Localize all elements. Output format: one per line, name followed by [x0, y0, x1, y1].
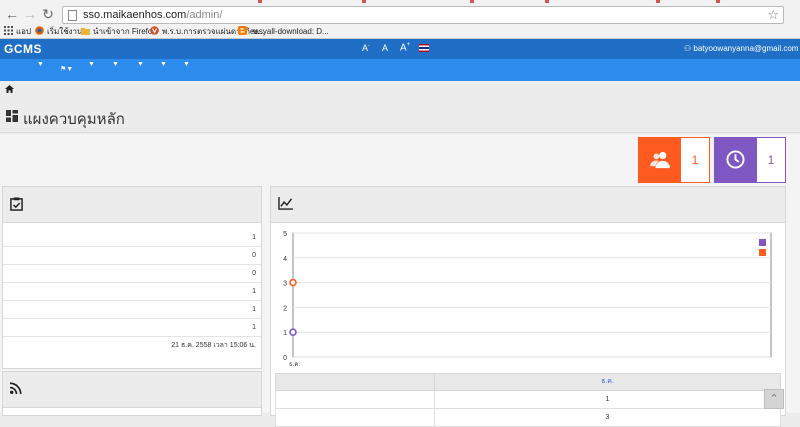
line-chart-icon	[278, 197, 293, 210]
back-icon[interactable]: ←	[4, 6, 20, 22]
main-menu: ▼ ⚑▼ ▼ ▼ ▼ ▼ ▼	[0, 59, 800, 81]
table-header-cell	[276, 374, 434, 390]
data-point	[289, 328, 297, 336]
menu-dropdown-caret[interactable]: ▼	[112, 61, 119, 68]
list-item: 1	[3, 283, 261, 301]
bookmark-easyall[interactable]: easyall-download: D...	[238, 25, 329, 38]
y-tick-label: 3	[283, 281, 287, 288]
reload-icon[interactable]: ↻	[40, 6, 56, 22]
y-tick-label: 1	[283, 330, 287, 337]
list-item: 1	[3, 301, 261, 319]
clipboard-check-icon	[10, 197, 23, 211]
tab-indicator	[545, 0, 549, 3]
page-title: แผงควบคุมหลัก	[23, 111, 125, 128]
list-item: 1	[3, 229, 261, 247]
home-icon[interactable]	[5, 85, 14, 93]
blogger-icon	[238, 26, 247, 35]
rss-icon	[10, 382, 22, 394]
table-row: 1	[275, 391, 781, 409]
tasks-panel: 1 0 0 1 1 1 21 ธ.ค. 2558 เวลา 15:06 น.	[2, 186, 262, 369]
bookmark-import-firefox[interactable]: นำเข้าจาก Firefox	[81, 25, 156, 38]
x-tick-label: ธ.ค.	[289, 361, 300, 368]
forward-icon[interactable]: →	[22, 6, 38, 22]
chart-table-header: ธ.ค.	[275, 373, 781, 391]
menu-dropdown-caret[interactable]: ▼	[37, 61, 44, 68]
data-point	[289, 278, 297, 287]
feed-panel-header	[3, 372, 261, 408]
members-stat-tile[interactable]: 1	[638, 137, 710, 183]
online-count: 1	[767, 153, 775, 167]
browser-chrome: ← → ↻ sso.maikaenhos.com/admin/ ☆ แอป เร…	[0, 0, 800, 39]
menu-dropdown-caret[interactable]: ▼	[88, 61, 95, 68]
bookmarks-bar: แอป เริ่มใช้งาน นำเข้าจาก Firefox พ.ร.บ.…	[0, 24, 800, 39]
clock-icon	[726, 150, 745, 169]
tab-indicator	[716, 0, 720, 3]
menu-dropdown-caret[interactable]: ▼	[160, 61, 167, 68]
legend-swatch	[759, 239, 766, 246]
tab-indicator	[362, 0, 366, 3]
dashboard-icon	[6, 110, 18, 122]
firefox-icon	[35, 26, 44, 35]
line-chart: 0 1 2 3 4 5 ธ.ค.	[283, 231, 772, 368]
y-tick-label: 2	[283, 305, 287, 312]
legend-swatch	[759, 249, 766, 256]
stat-icon-box	[715, 138, 757, 182]
user-menu[interactable]: ⚇ batyoowanyanna@gmail.com ▼	[684, 44, 800, 53]
chart-panel: 0 1 2 3 4 5 ธ.ค. ธ.ค. 1 3	[270, 186, 786, 427]
tab-indicator	[470, 0, 474, 3]
bookmark-getting-started[interactable]: เริ่มใช้งาน	[35, 25, 83, 38]
tasks-panel-header	[3, 187, 261, 223]
list-item: 0	[3, 247, 261, 265]
menu-dropdown-caret[interactable]: ▼	[137, 61, 144, 68]
url-text: sso.maikaenhos.com/admin/	[83, 9, 223, 21]
page-header: แผงควบคุมหลัก	[0, 99, 800, 133]
app-logo[interactable]: GCMS	[4, 42, 42, 56]
chevron-up-icon: ⌃	[769, 393, 779, 405]
font-size-small-button[interactable]: A-	[362, 43, 370, 53]
apps-icon	[4, 26, 13, 35]
plot-area	[292, 232, 772, 358]
online-stat-tile[interactable]: 1	[714, 137, 786, 183]
table-cell: 3	[434, 409, 780, 426]
feed-panel	[2, 371, 262, 416]
address-bar[interactable]: sso.maikaenhos.com/admin/ ☆	[62, 6, 784, 24]
tab-indicator	[258, 0, 262, 3]
page-icon	[68, 10, 77, 21]
breadcrumb	[0, 81, 800, 99]
font-size-large-button[interactable]: A+	[400, 42, 410, 53]
menu-dropdown-caret[interactable]: ▼	[183, 61, 190, 68]
folder-icon	[81, 28, 90, 35]
list-item: 1	[3, 319, 261, 337]
users-icon	[650, 151, 670, 169]
table-cell: 1	[434, 391, 780, 408]
y-tick-label: 4	[283, 256, 287, 263]
bookmark-apps[interactable]: แอป	[4, 25, 31, 38]
y-tick-label: 0	[283, 355, 287, 362]
table-cell	[276, 391, 434, 408]
y-tick-label: 5	[283, 231, 287, 238]
table-header-cell: ธ.ค.	[434, 374, 780, 390]
top-bar: GCMS A- A A+ ⚇ batyoowanyanna@gmail.com …	[0, 39, 800, 59]
members-count: 1	[691, 153, 699, 167]
bookmark-star-icon[interactable]: ☆	[767, 7, 779, 23]
last-update-time: 21 ธ.ค. 2558 เวลา 15:06 น.	[171, 342, 256, 349]
user-icon: ⚇	[684, 44, 692, 53]
v-icon	[150, 26, 159, 35]
stat-icon-box	[639, 138, 681, 182]
chart-panel-header	[271, 187, 785, 223]
list-item: 0	[3, 265, 261, 283]
language-flag-icon[interactable]	[419, 44, 429, 52]
font-size-normal-button[interactable]: A	[382, 43, 388, 53]
menu-dropdown-caret[interactable]: ⚑▼	[60, 65, 73, 73]
table-cell	[276, 409, 434, 426]
scroll-to-top-button[interactable]: ⌃	[764, 389, 784, 409]
tab-indicator	[656, 0, 660, 3]
table-row: 3	[275, 409, 781, 427]
